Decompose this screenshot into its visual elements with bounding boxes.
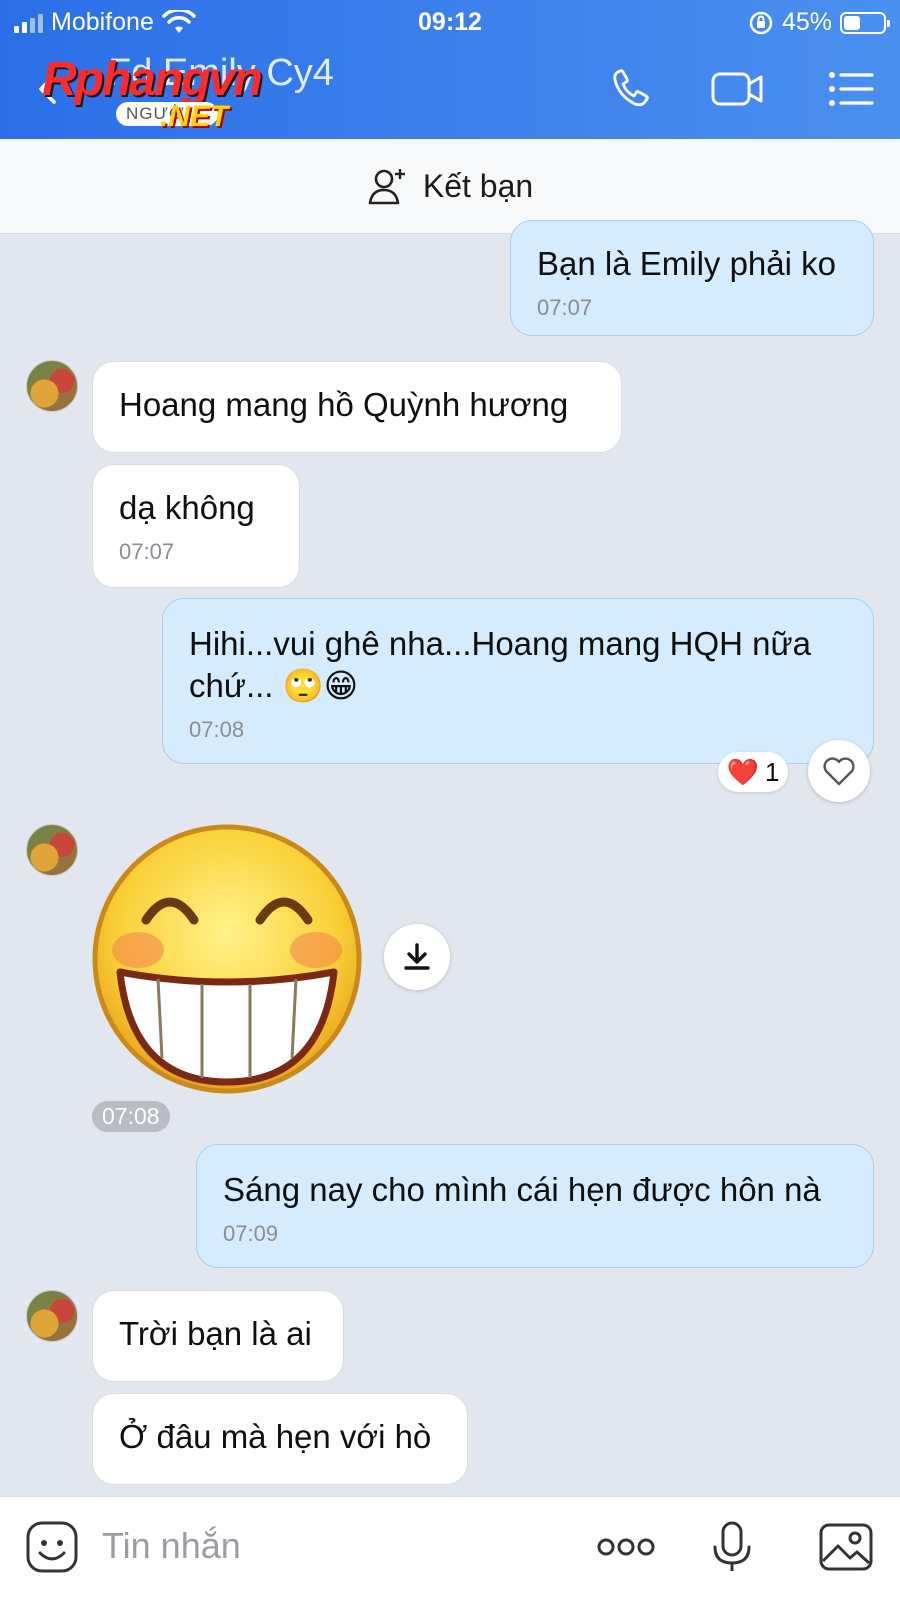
message-text: Ở đâu mà hẹn với hò <box>119 1418 432 1455</box>
heart-reaction-icon: ❤️ <box>726 756 759 787</box>
status-right: 45% <box>748 8 890 37</box>
message-bubble-outgoing[interactable]: Hihi...vui ghê nha...Hoang mang HQH nữa … <box>162 598 874 764</box>
contact-avatar[interactable] <box>26 824 78 876</box>
reaction-count: 1 <box>764 756 780 787</box>
message-time: 07:07 <box>537 295 593 320</box>
message-time: 07:07 <box>119 539 175 564</box>
message-input-bar: Tin nhắn <box>0 1496 900 1600</box>
message-text: Hoang mang hồ Quỳnh hương <box>119 386 569 423</box>
reaction-badge[interactable]: ❤️ 1 <box>718 752 788 792</box>
message-text: dạ không <box>119 489 255 526</box>
watermark-logo-text: Rphangvn <box>42 53 263 106</box>
orientation-lock-icon <box>749 11 773 34</box>
heart-outline-icon <box>823 757 855 786</box>
download-button[interactable] <box>384 924 450 990</box>
contact-avatar[interactable] <box>26 360 78 412</box>
message-bubble-incoming[interactable]: Ở đâu mà hẹn với hò <box>92 1393 468 1485</box>
video-call-icon[interactable] <box>710 66 766 112</box>
grinning-sticker[interactable] <box>90 822 364 1096</box>
message-bubble-incoming[interactable]: dạ không 07:07 <box>92 464 300 588</box>
chat-header: Mobifone 09:12 45% Fd Emily Cy4 Rphangvn… <box>0 0 900 139</box>
message-bubble-incoming[interactable]: Hoang mang hồ Quỳnh hương <box>92 361 622 453</box>
contact-avatar[interactable] <box>26 1290 78 1342</box>
message-time: 07:08 <box>189 717 245 742</box>
message-bubble-outgoing[interactable]: Sáng nay cho mình cái hẹn được hôn nà 07… <box>196 1144 874 1268</box>
react-button[interactable] <box>808 740 870 802</box>
download-icon <box>404 943 430 970</box>
watermark-net: .NET <box>160 100 229 133</box>
watermark-logo: Rphangvn NGƯỜI... .NET <box>42 53 263 134</box>
battery-icon <box>840 11 890 34</box>
message-text: Bạn là Emily phải ko <box>537 245 836 282</box>
microphone-icon[interactable] <box>704 1519 760 1575</box>
add-friend-icon <box>368 169 405 205</box>
sticker-time: 07:08 <box>92 1101 170 1132</box>
message-time: 07:09 <box>223 1221 279 1246</box>
emoji-glyphs: 🙄😁 <box>282 667 359 704</box>
message-text: Sáng nay cho mình cái hẹn được hôn nà <box>223 1171 821 1208</box>
sticker-icon[interactable] <box>24 1519 80 1575</box>
message-bubble-incoming[interactable]: Trời bạn là ai <box>92 1290 344 1382</box>
message-text: Trời bạn là ai <box>119 1315 312 1352</box>
phone-icon[interactable] <box>608 66 658 112</box>
add-friend-label: Kết bạn <box>422 167 534 204</box>
message-bubble-outgoing[interactable]: Bạn là Emily phải ko 07:07 <box>510 220 874 336</box>
battery-percent: 45% <box>781 8 832 36</box>
image-picker-icon[interactable] <box>818 1519 874 1575</box>
more-options-icon[interactable] <box>596 1519 656 1575</box>
message-input[interactable]: Tin nhắn <box>102 1525 241 1567</box>
menu-icon[interactable] <box>826 66 876 112</box>
